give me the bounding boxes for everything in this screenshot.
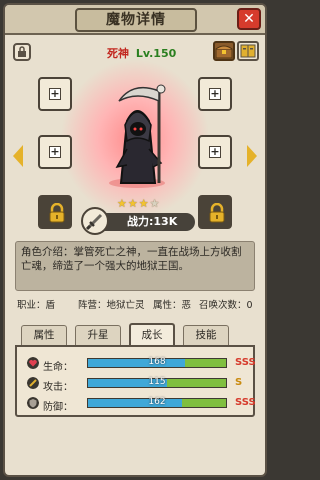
- stat-label: 防御：: [43, 402, 73, 413]
- growth-bar: 162: [87, 397, 227, 408]
- monster-detail-panel: 魔物详情 ✕ 死神 Lv.150 + + + + ★ ★ ★ ★ 战力:13K …: [3, 3, 267, 477]
- growth-grade: SSS: [235, 397, 256, 408]
- equip-slot-3-locked[interactable]: [38, 195, 72, 229]
- growth-value: 168: [148, 357, 166, 367]
- padlock-icon: [49, 203, 65, 223]
- star-rating: ★ ★ ★ ★: [117, 197, 160, 210]
- growth-stats-panel: 生命： 168 SSS 攻击： 115 S 防御： 162 SSS: [15, 345, 256, 417]
- growth-value: 115: [148, 377, 166, 387]
- grim-reaper-portrait: [109, 84, 166, 188]
- growth-bar: 168: [87, 357, 227, 368]
- star-icon: ★: [117, 197, 127, 210]
- equip-slot-5[interactable]: +: [198, 135, 232, 169]
- padlock-icon: [209, 203, 225, 223]
- stat-label: 生命：: [43, 362, 73, 373]
- shield-icon: [27, 397, 39, 409]
- treasure-chest-icon: [215, 45, 233, 59]
- plus-icon: +: [209, 145, 221, 158]
- star-icon: ★: [138, 197, 149, 210]
- growth-grade: SSS: [235, 357, 256, 368]
- sword-icon: [27, 377, 39, 389]
- summon-count-info: 召唤次数：0: [199, 300, 253, 311]
- next-monster-arrow[interactable]: [247, 145, 257, 167]
- equip-slot-1[interactable]: +: [38, 77, 72, 111]
- tab-star-up[interactable]: 升星: [75, 325, 121, 345]
- stat-row-defense: 防御： 162 SSS: [25, 395, 256, 413]
- star-empty-icon: ★: [149, 197, 160, 210]
- equip-slot-6-locked[interactable]: [198, 195, 232, 229]
- book-icon: [240, 44, 256, 58]
- camp-info: 阵营：地狱亡灵: [78, 300, 145, 311]
- lock-toggle-button[interactable]: [13, 43, 31, 61]
- tab-growth[interactable]: 成长: [129, 323, 175, 345]
- star-icon: ★: [127, 197, 138, 210]
- power-badge: [81, 207, 109, 235]
- equip-slot-4[interactable]: +: [198, 77, 232, 111]
- growth-grade: S: [235, 377, 243, 388]
- title-bar: 魔物详情 ✕: [5, 5, 265, 35]
- tab-attributes[interactable]: 属性: [21, 325, 67, 345]
- stat-row-attack: 攻击： 115 S: [25, 375, 249, 393]
- stat-row-hp: 生命： 168 SSS: [25, 355, 256, 373]
- growth-bar: 115: [87, 377, 227, 388]
- job-info: 职业：盾: [17, 300, 56, 311]
- prev-monster-arrow[interactable]: [13, 145, 23, 167]
- lock-icon: [18, 46, 26, 57]
- plus-icon: +: [209, 87, 221, 100]
- sword-icon: [85, 213, 103, 231]
- detail-tabs: 属性 升星 成长 技能: [15, 323, 255, 345]
- monster-stage: + + + + ★ ★ ★ ★ 战力:13K: [5, 59, 265, 243]
- treasure-chest-button[interactable]: [213, 41, 235, 61]
- plus-icon: +: [49, 87, 61, 100]
- page-title: 魔物详情: [75, 8, 197, 32]
- equip-slot-2[interactable]: +: [38, 135, 72, 169]
- stat-label: 攻击：: [43, 382, 73, 393]
- codex-button[interactable]: [237, 41, 259, 61]
- attribute-info: 属性：恶: [153, 300, 192, 311]
- close-button[interactable]: ✕: [237, 8, 261, 30]
- info-row: 职业：盾 阵营：地狱亡灵 属性：恶 召唤次数：0: [15, 297, 255, 311]
- description-box: 角色介绍：掌管死亡之神，一直在战场上方收割亡魂，缔造了一个强大的地狱王国。: [15, 241, 255, 291]
- heart-icon: [27, 357, 39, 369]
- plus-icon: +: [49, 145, 61, 158]
- tab-skills[interactable]: 技能: [183, 325, 229, 345]
- growth-value: 162: [148, 397, 166, 407]
